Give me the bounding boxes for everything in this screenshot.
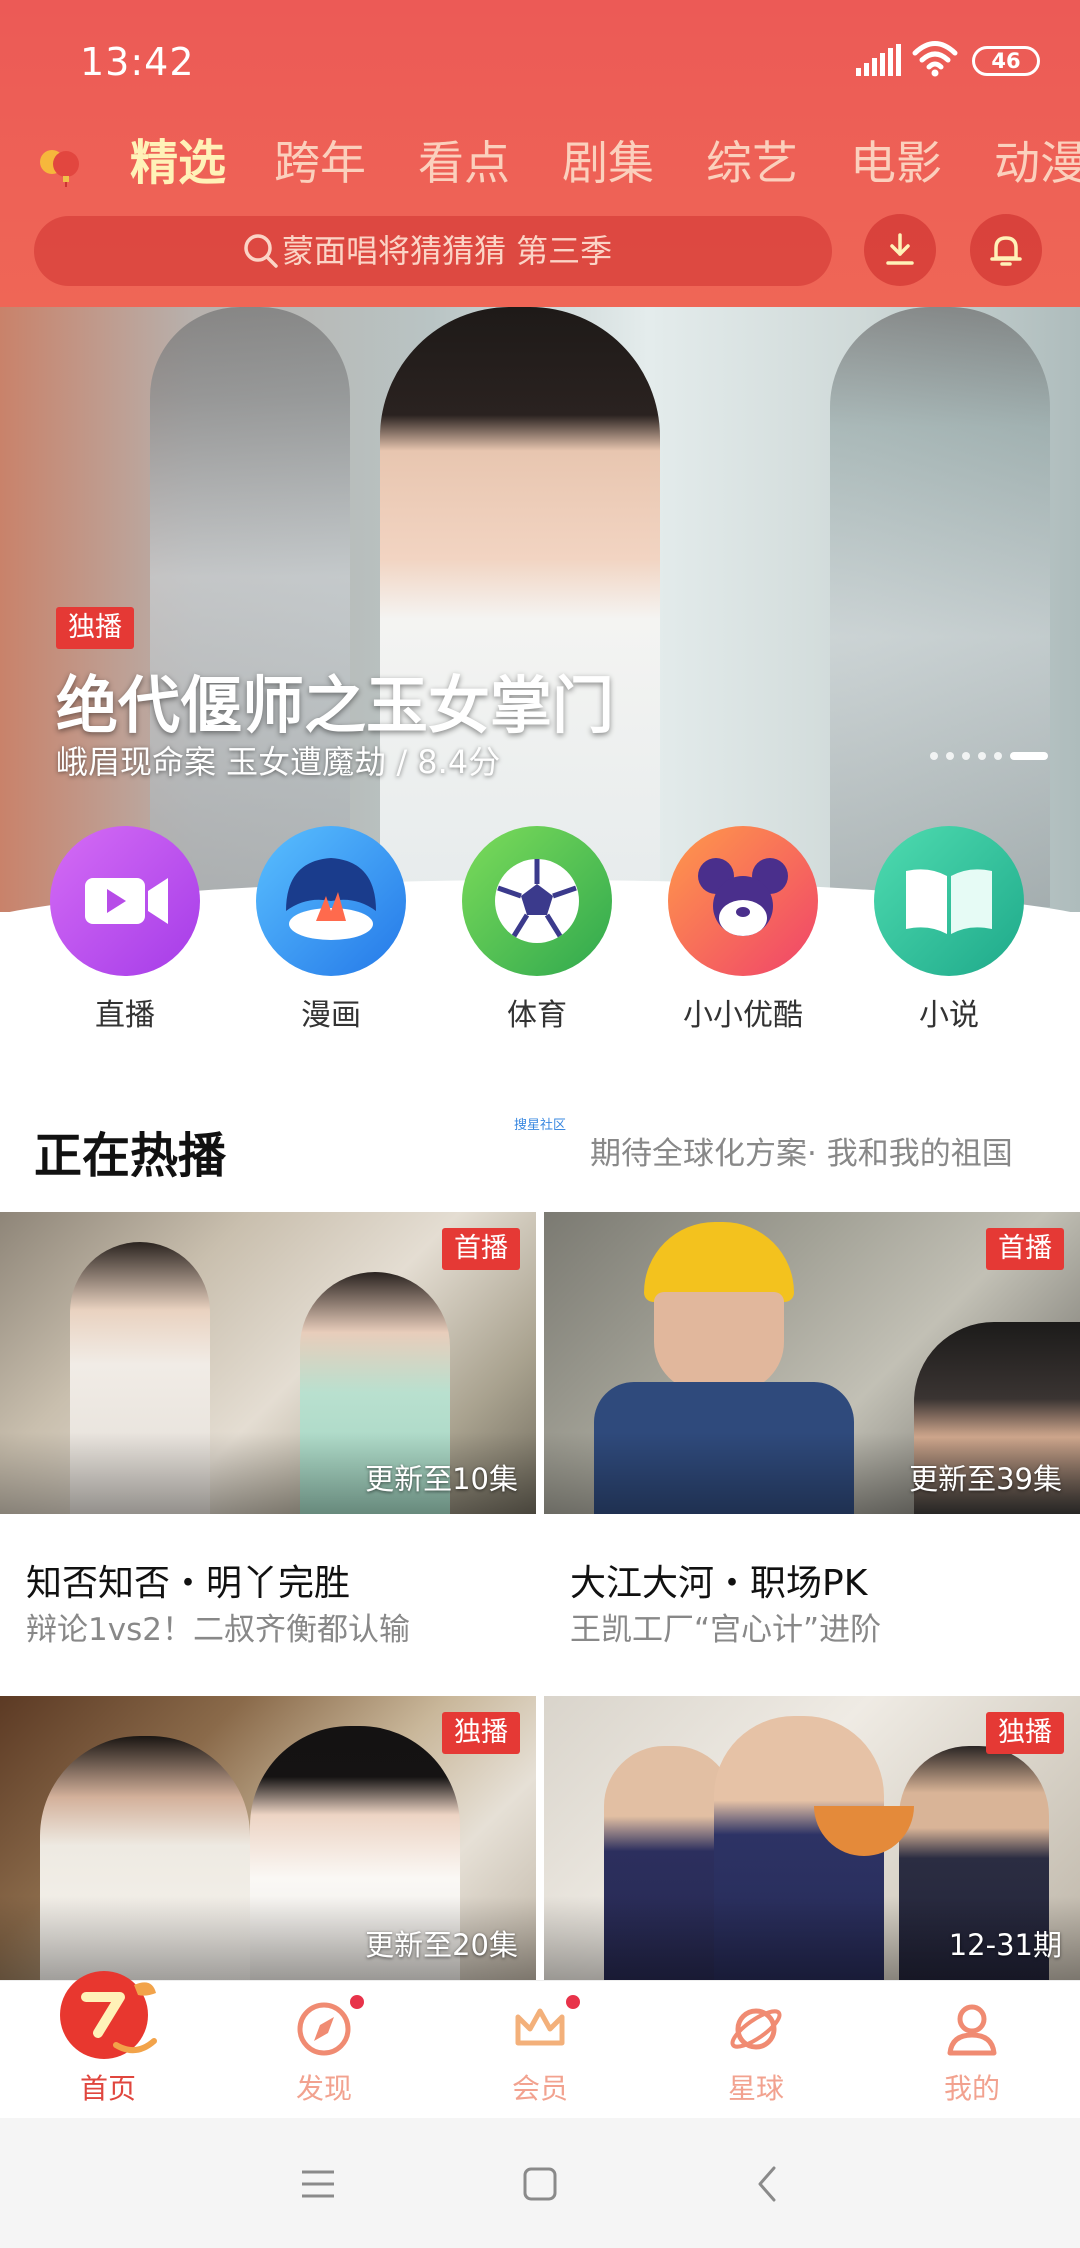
nav-label: 我的 — [943, 2072, 1000, 2105]
tab-juji[interactable]: 剧集 — [562, 130, 654, 196]
nav-planet[interactable]: 星球 — [676, 1981, 836, 2119]
tab-kuanian[interactable]: 跨年 — [274, 130, 366, 196]
tab-dianying[interactable]: 电影 — [850, 130, 942, 196]
episode-count: 12-31期 — [948, 1928, 1062, 1962]
banner-title: 绝代偃师之玉女掌门 — [56, 669, 615, 742]
category-label: 体育 — [507, 998, 567, 1033]
back-icon[interactable] — [748, 2164, 788, 2204]
video-title: 知否知否・明丫完胜 — [26, 1563, 351, 1604]
nav-label: 星球 — [727, 2072, 784, 2105]
tab-zongyi[interactable]: 综艺 — [706, 130, 798, 196]
status-bar: 13:42 46 — [0, 0, 1080, 120]
planet-icon — [730, 2008, 782, 2050]
status-time: 13:42 — [80, 40, 195, 84]
search-bar[interactable]: 蒙面唱将猜猜猜 第三季 — [34, 216, 832, 286]
video-card[interactable]: 独播 更新至20集 — [0, 1696, 536, 1980]
actress-figure — [380, 307, 660, 907]
video-thumbnail: 独播 12-31期 — [544, 1696, 1080, 1980]
video-title: 大江大河・职场PK — [570, 1563, 868, 1604]
comic-icon — [256, 826, 406, 976]
banner-subtitle: 峨眉现命案 玉女遭魔劫 / 8.4分 — [56, 743, 501, 781]
video-description: 王凯工厂“宫心计”进阶 — [570, 1612, 882, 1648]
category-comic[interactable]: 漫画 — [251, 826, 411, 1036]
episode-count: 更新至10集 — [365, 1462, 518, 1496]
bell-icon — [990, 236, 1022, 266]
premiere-badge: 首播 — [442, 1228, 520, 1270]
download-icon — [886, 233, 914, 265]
menu-icon[interactable] — [298, 2164, 338, 2204]
live-icon — [50, 826, 200, 976]
category-label: 小小优酷 — [683, 998, 803, 1033]
carousel-indicator — [930, 752, 1050, 762]
nav-label: 发现 — [295, 2072, 352, 2105]
tab-jingxuan[interactable]: 精选 — [130, 130, 226, 196]
category-label: 直播 — [95, 998, 155, 1033]
tab-dongman[interactable]: 动漫 — [994, 130, 1080, 196]
download-button[interactable] — [864, 214, 936, 286]
category-live[interactable]: 直播 — [45, 826, 205, 1036]
nav-profile[interactable]: 我的 — [892, 1981, 1052, 2119]
bg-figure-left — [150, 307, 350, 907]
top-header: 13:42 46 精选 跨年 看点 剧集 综艺 电影 动漫 蒙面唱将猜猜猜 第三… — [0, 0, 1080, 307]
category-novel[interactable]: 小说 — [869, 826, 1029, 1036]
notification-dot — [348, 1993, 366, 2011]
crown-icon — [515, 2008, 565, 2046]
system-navigation-bar — [0, 2118, 1080, 2248]
signal-icon — [856, 44, 901, 76]
category-sports[interactable]: 体育 — [457, 826, 617, 1036]
section-title: 正在热播 — [34, 1128, 227, 1184]
video-card[interactable]: 首播 更新至39集 大江大河・职场PK 王凯工厂“宫心计”进阶 — [544, 1212, 1080, 1652]
nav-home[interactable]: 首页 — [28, 1971, 188, 2119]
nav-vip[interactable]: 会员 — [460, 1981, 620, 2119]
nav-label: 会员 — [511, 2072, 568, 2105]
section-trending-text[interactable]: 期待全球化方案· 我和我的祖国 — [590, 1128, 1013, 1173]
notification-button[interactable] — [970, 214, 1042, 286]
home-icon — [60, 1971, 157, 2059]
tab-kandian[interactable]: 看点 — [418, 130, 510, 196]
compass-icon — [297, 2002, 351, 2056]
search-icon — [244, 234, 278, 268]
episode-count: 更新至20集 — [365, 1928, 518, 1962]
soccer-ball-icon — [462, 826, 612, 976]
hero-banner[interactable]: 独播 绝代偃师之玉女掌门 峨眉现命案 玉女遭魔劫 / 8.4分 — [0, 307, 1080, 912]
exclusive-badge: 独播 — [56, 607, 134, 649]
nav-label: 首页 — [79, 2072, 136, 2105]
wifi-icon — [912, 41, 958, 77]
bottom-nav: 首页 发现 会员 星球 我的 — [0, 1971, 1080, 2119]
bg-figure-right — [830, 307, 1050, 907]
video-description: 辩论1vs2！二叔齐衡都认输 — [26, 1612, 410, 1648]
video-thumbnail: 首播 更新至10集 — [0, 1212, 536, 1514]
video-thumbnail: 首播 更新至39集 — [544, 1212, 1080, 1514]
episode-count: 更新至39集 — [909, 1462, 1062, 1496]
video-card[interactable]: 独播 12-31期 — [544, 1696, 1080, 1980]
category-kids[interactable]: 小小优酷 — [663, 826, 823, 1036]
home-square-icon[interactable] — [520, 2164, 560, 2204]
search-placeholder: 蒙面唱将猜猜猜 第三季 — [282, 232, 613, 270]
channel-tabs: 精选 跨年 看点 剧集 综艺 电影 动漫 — [0, 130, 1080, 200]
mouse-icon — [668, 826, 818, 976]
battery-icon: 46 — [972, 46, 1040, 76]
book-icon — [874, 826, 1024, 976]
notification-dot — [564, 1993, 582, 2011]
category-label: 小说 — [919, 998, 979, 1033]
section-tiny-label: 搜星社区 — [514, 1118, 567, 1133]
nav-discover[interactable]: 发现 — [244, 1981, 404, 2119]
user-icon — [947, 2004, 997, 2056]
exclusive-badge: 独播 — [986, 1712, 1064, 1754]
app-root: 13:42 46 精选 跨年 看点 剧集 综艺 电影 动漫 蒙面唱将猜猜猜 第三… — [0, 0, 1080, 2248]
exclusive-badge: 独播 — [442, 1712, 520, 1754]
video-thumbnail: 独播 更新至20集 — [0, 1696, 536, 1980]
video-card[interactable]: 首播 更新至10集 知否知否・明丫完胜 辩论1vs2！二叔齐衡都认输 — [0, 1212, 536, 1652]
premiere-badge: 首播 — [986, 1228, 1064, 1270]
category-label: 漫画 — [301, 998, 361, 1033]
